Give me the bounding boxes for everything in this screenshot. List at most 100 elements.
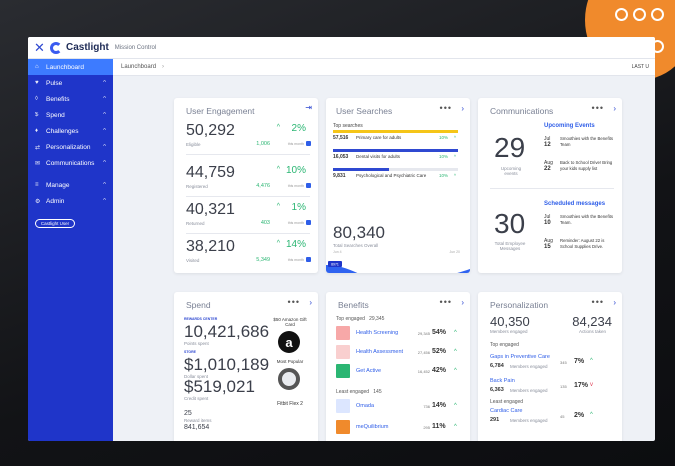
search-label: Primary care for adults (356, 135, 402, 140)
engagement-period: this month (287, 142, 304, 146)
sidebar-item-challenges[interactable]: ♦ Challenges ^ (28, 123, 113, 139)
topic-pct: 2% (574, 412, 585, 419)
benefit-pct: 54% (432, 329, 447, 336)
engagement-label: Eligible (186, 142, 201, 147)
sidebar-item-label: Manage (46, 181, 70, 189)
calendar-icon (306, 220, 311, 225)
members-engaged-label: Members engaged (490, 329, 528, 334)
arrow-up-icon: ^ (454, 368, 457, 374)
brand-logo: Castlight (50, 41, 109, 54)
topic-label: Members engaged (510, 388, 548, 393)
event-text[interactable]: Smoothies with the Benefits Team (560, 136, 618, 147)
arrow-up-icon: ^ (276, 240, 280, 247)
close-icon[interactable]: ✕ (34, 40, 46, 56)
more-icon[interactable]: ••• (592, 297, 604, 307)
search-label: Dental visits for adults (356, 154, 401, 159)
card-title: Communications (490, 106, 554, 116)
benefit-name[interactable]: meQuilibrium (356, 424, 388, 430)
communications-card: Communications ••• › Upcoming Events 29 … (478, 98, 622, 273)
chart-tag-text: 8971 (331, 263, 339, 267)
topic-name[interactable]: Gaps in Preventive Care (490, 354, 550, 360)
benefit-count: 295 (423, 425, 430, 430)
topic-num: 45 (560, 414, 565, 419)
scheduled-messages-count: 30 (494, 208, 526, 239)
benefit-name[interactable]: Omada (356, 403, 374, 409)
benefit-pct: 42% (432, 367, 447, 374)
event-text[interactable]: Back to School Drive! Bring your kids su… (560, 160, 618, 171)
upcoming-events-title[interactable]: Upcoming Events (544, 123, 595, 129)
benefit-count: 27,456 (417, 350, 430, 355)
benefit-name[interactable]: Health Assessment (356, 349, 403, 355)
more-icon[interactable]: ••• (440, 103, 452, 113)
top-engaged-label: Top engaged 29,345 (336, 316, 385, 322)
search-bar-fill (333, 168, 390, 171)
breadcrumb-item[interactable]: Launchboard (121, 64, 156, 70)
fitbit-image-icon (278, 368, 300, 390)
sidebar-item-admin[interactable]: ⚙ Admin ^ (28, 193, 113, 209)
chevron-right-icon[interactable]: › (613, 298, 616, 307)
sidebar-item-personalization[interactable]: ⇄ Personalization ^ (28, 139, 113, 155)
user-badge[interactable]: Castlight User (35, 219, 75, 228)
calendar-icon (306, 183, 311, 188)
event-day: 12 (544, 142, 551, 148)
divider (186, 196, 310, 197)
chevron-right-icon[interactable]: › (309, 298, 312, 307)
topic-num: 135 (560, 384, 567, 389)
sidebar-item-benefits[interactable]: ◊ Benefits ^ (28, 91, 113, 107)
benefit-swatch (336, 420, 350, 434)
engagement-period: this month (287, 184, 304, 188)
search-pct: 10% (438, 173, 448, 178)
event-text[interactable]: Smoothies with the Benefits Team. (560, 214, 618, 225)
mail-icon: ✉ (35, 160, 41, 167)
credit-spent-label: Credit spent (184, 396, 209, 401)
breadcrumb: Launchboard › LAST U (113, 59, 655, 76)
topic-pct: 7% (574, 358, 585, 365)
trophy-icon: ♦ (35, 128, 39, 134)
benefit-name[interactable]: Health Screening (356, 330, 398, 336)
calendar-icon (306, 257, 311, 262)
sidebar: ⌂ Launchboard ♥ Pulse ^ ◊ Benefits ^ $ Spend ^ … (28, 59, 113, 441)
more-icon[interactable]: ••• (288, 297, 300, 307)
benefit-name[interactable]: Get Active (356, 368, 381, 374)
engagement-period: this month (287, 258, 304, 262)
reward-items-label: Reward items (184, 418, 212, 423)
card-title: Benefits (338, 300, 369, 310)
benefit-swatch (336, 399, 350, 413)
sidebar-item-spend[interactable]: $ Spend ^ (28, 107, 113, 123)
sidebar-item-manage[interactable]: ≡ Manage ^ (28, 177, 113, 193)
topic-count: 291 (490, 417, 500, 423)
topic-name[interactable]: Cardiac Care (490, 408, 522, 414)
chevron-right-icon[interactable]: › (613, 104, 616, 113)
least-engaged-label: Least engaged (490, 399, 524, 405)
top-searches-label: Top searches (333, 123, 363, 129)
arrow-up-icon: ^ (453, 154, 456, 159)
scheduled-messages-title[interactable]: Scheduled messages (544, 201, 605, 207)
sidebar-item-communications[interactable]: ✉ Communications ^ (28, 155, 113, 171)
gift-card-label: $50 Amazon Gift Card (273, 317, 307, 327)
export-icon[interactable]: ⇥ (305, 103, 312, 112)
engagement-value: 40,321 (186, 201, 235, 218)
engagement-delta: 4,476 (256, 183, 270, 189)
benefit-count: 736 (423, 404, 430, 409)
user-engagement-card: User Engagement ⇥ 50,292 Eligible 2% ^ 1,006… (174, 98, 318, 273)
chevron-right-icon[interactable]: › (461, 298, 464, 307)
sidebar-item-label: Launchboard (46, 63, 84, 71)
upcoming-events-count: 29 (494, 132, 526, 163)
calendar-icon (306, 141, 311, 146)
engagement-value: 38,210 (186, 238, 235, 255)
divider (186, 154, 310, 155)
topic-count: 6,363 (490, 387, 504, 393)
sidebar-item-pulse[interactable]: ♥ Pulse ^ (28, 75, 113, 91)
sidebar-item-launchboard[interactable]: ⌂ Launchboard (28, 59, 113, 75)
more-icon[interactable]: ••• (592, 103, 604, 113)
more-icon[interactable]: ••• (440, 297, 452, 307)
topic-label: Members engaged (510, 418, 548, 423)
section-name: Mission Control (114, 44, 157, 51)
chevron-right-icon[interactable]: › (461, 104, 464, 113)
chevron-up-icon: ^ (103, 128, 106, 134)
arrow-up-icon: ^ (276, 203, 280, 210)
search-label: Psychological and Psychiatric Care (356, 173, 427, 178)
topic-name[interactable]: Back Pain (490, 378, 515, 384)
event-text[interactable]: Reminder: August 22 is School Supplies D… (560, 238, 618, 249)
sidebar-item-label: Benefits (46, 95, 70, 103)
